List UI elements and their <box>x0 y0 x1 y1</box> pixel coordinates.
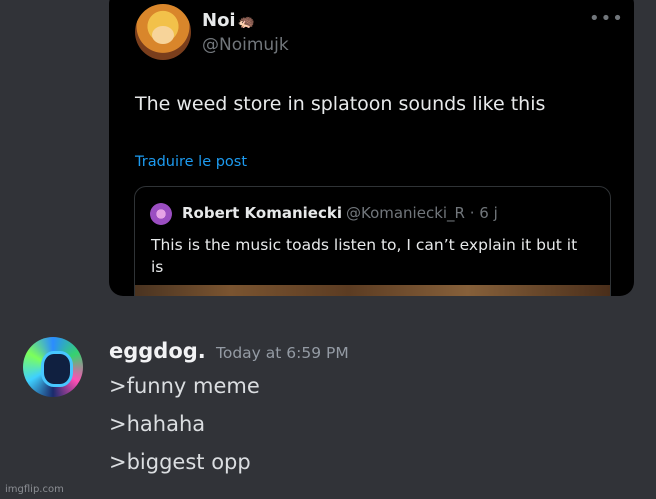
quote-author-name: Robert Komaniecki <box>182 204 342 222</box>
message-line: >funny meme <box>109 374 260 398</box>
tweet-author-avatar <box>135 4 191 60</box>
quote-media-preview <box>135 285 610 296</box>
message-line: >biggest opp <box>109 450 251 474</box>
tweet-author-name: Noi 🦔 <box>202 10 256 31</box>
tweet-screenshot: Noi 🦔 @Noimujk ••• The weed store in spla… <box>109 0 634 296</box>
imgflip-watermark: imgflip.com <box>5 484 64 495</box>
quote-header: Robert Komaniecki @Komaniecki_R · 6 j <box>182 204 498 222</box>
hedgehog-icon: 🦔 <box>237 14 256 30</box>
message-timestamp[interactable]: Today at 6:59 PM <box>216 344 349 362</box>
more-horizontal-icon: ••• <box>589 8 624 29</box>
tweet-author-handle: @Noimujk <box>202 35 289 55</box>
tweet-text: The weed store in splatoon sounds like t… <box>135 93 546 115</box>
quote-author-avatar <box>150 203 172 225</box>
translate-link: Traduire le post <box>135 154 248 170</box>
user-avatar[interactable] <box>23 337 83 397</box>
message-username[interactable]: eggdog. <box>109 339 206 363</box>
quoted-tweet: Robert Komaniecki @Komaniecki_R · 6 j Thi… <box>134 186 611 296</box>
quote-author-handle: @Komaniecki_R · 6 j <box>345 204 498 222</box>
quote-text: This is the music toads listen to, I can… <box>151 236 578 276</box>
message-line: >hahaha <box>109 412 206 436</box>
